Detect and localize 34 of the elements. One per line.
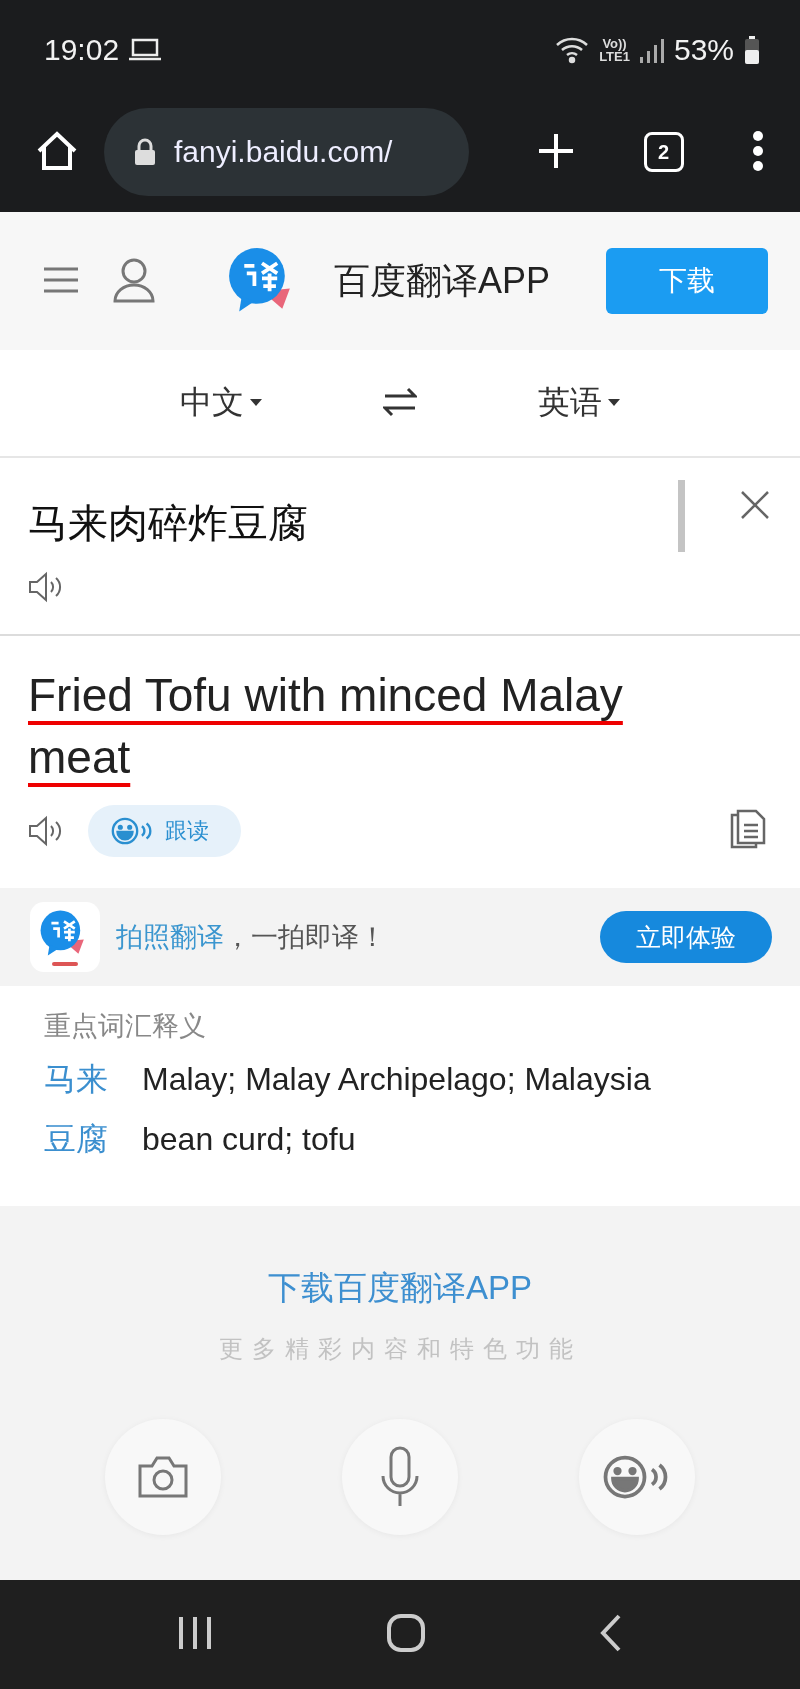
vocabulary-title: 重点词汇释义: [44, 1010, 207, 1043]
microphone-icon: [379, 1446, 421, 1508]
app-title: 百度翻译APP: [334, 258, 551, 303]
download-button[interactable]: 下载: [606, 248, 768, 314]
scrollbar-thumb: [678, 480, 685, 552]
battery-icon: [744, 36, 760, 64]
vocabulary-meaning: bean curd; tofu: [142, 1121, 356, 1158]
camera-icon: [137, 1454, 189, 1500]
caret-icon: [250, 399, 263, 407]
volte-label: Vo)): [602, 37, 627, 50]
translation-text: Fried Tofu with minced Malay meat: [28, 668, 624, 785]
lock-icon: [134, 138, 156, 166]
wifi-icon: [555, 36, 590, 64]
vocabulary-word[interactable]: 豆腐: [44, 1118, 108, 1162]
address-bar[interactable]: fanyi.baidu.com/: [104, 108, 469, 196]
try-now-button[interactable]: 立即体验: [600, 911, 772, 963]
lte-label: LTE1: [599, 50, 630, 63]
source-language-dropdown[interactable]: 中文: [174, 380, 269, 426]
speaker-icon[interactable]: [28, 571, 64, 603]
laptop-icon: [129, 38, 162, 62]
signal-icon: [639, 37, 664, 63]
battery-percent: 53%: [673, 33, 734, 67]
caret-icon: [607, 399, 620, 407]
target-language-dropdown[interactable]: 英语: [531, 380, 626, 426]
vocabulary-word[interactable]: 马来: [44, 1058, 108, 1102]
status-time: 19:02: [44, 33, 120, 67]
vocabulary-meaning: Malay; Malay Archipelago; Malaysia: [142, 1061, 651, 1098]
download-app-link[interactable]: 下载百度翻译APP: [267, 1266, 532, 1311]
app-icon: [30, 902, 100, 972]
follow-read-button[interactable]: 跟读: [88, 804, 241, 857]
tab-count-button[interactable]: 2: [643, 132, 684, 172]
speaker-icon[interactable]: [28, 814, 64, 847]
source-text: 马来肉碎炸豆腐: [28, 500, 308, 547]
banner-text: 拍照翻译，一拍即译！: [116, 921, 386, 954]
